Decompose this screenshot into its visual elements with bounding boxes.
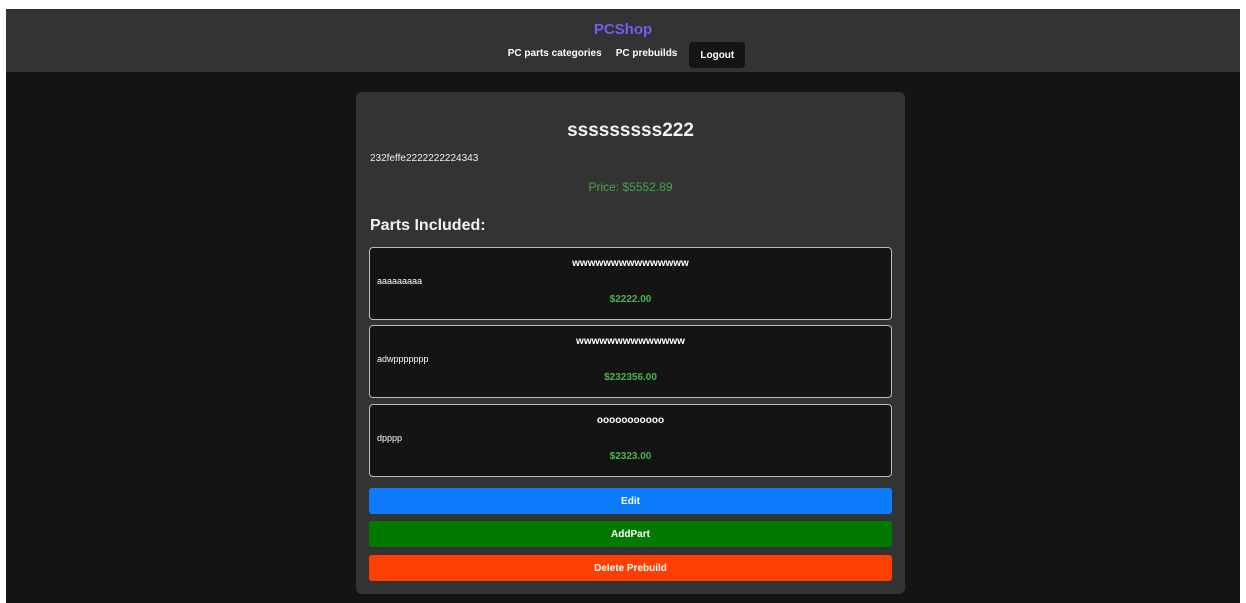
add-part-button[interactable]: AddPart <box>369 521 892 547</box>
parts-heading: Parts Included: <box>370 217 486 234</box>
part-name: wwwwwwwwwwwwwww <box>572 258 689 269</box>
logout-button[interactable]: Logout <box>689 42 746 68</box>
nav-link-pc-parts-categories[interactable]: PC parts categories <box>508 48 602 59</box>
nav-link-pc-prebuilds[interactable]: PC prebuilds <box>616 48 678 59</box>
part-card: wwwwwwwwwwwwwww aaaaaaaaa $2222.00 <box>369 247 892 320</box>
prebuild-price: Price: $5552.89 <box>588 180 673 194</box>
edit-button[interactable]: Edit <box>369 488 892 514</box>
part-price: $2323.00 <box>609 451 652 462</box>
part-price: $232356.00 <box>604 372 657 383</box>
brand-logo[interactable]: PCShop <box>594 21 652 38</box>
delete-prebuild-button[interactable]: Delete Prebuild <box>369 555 892 581</box>
prebuild-title: sssssssss222 <box>567 120 694 141</box>
part-name: ooooooooooo <box>596 415 665 426</box>
part-card: wwwwwwwwwwwwww adwppppppp $232356.00 <box>369 325 892 398</box>
part-description: aaaaaaaaa <box>377 276 423 286</box>
part-card: ooooooooooo dpppp $2323.00 <box>369 404 892 477</box>
part-description: adwppppppp <box>377 354 429 364</box>
app-frame: PCShop PC parts categories PC prebuilds … <box>6 9 1240 603</box>
prebuild-description: 232feffe2222222224343 <box>370 153 479 164</box>
part-price: $2222.00 <box>609 294 652 305</box>
part-description: dpppp <box>377 433 403 443</box>
navbar: PCShop PC parts categories PC prebuilds … <box>6 9 1240 72</box>
part-name: wwwwwwwwwwwwww <box>576 336 685 347</box>
prebuild-detail-card: sssssssss222 232feffe2222222224343 Price… <box>356 92 905 594</box>
nav-links: PC parts categories PC prebuilds Logout <box>501 40 746 68</box>
